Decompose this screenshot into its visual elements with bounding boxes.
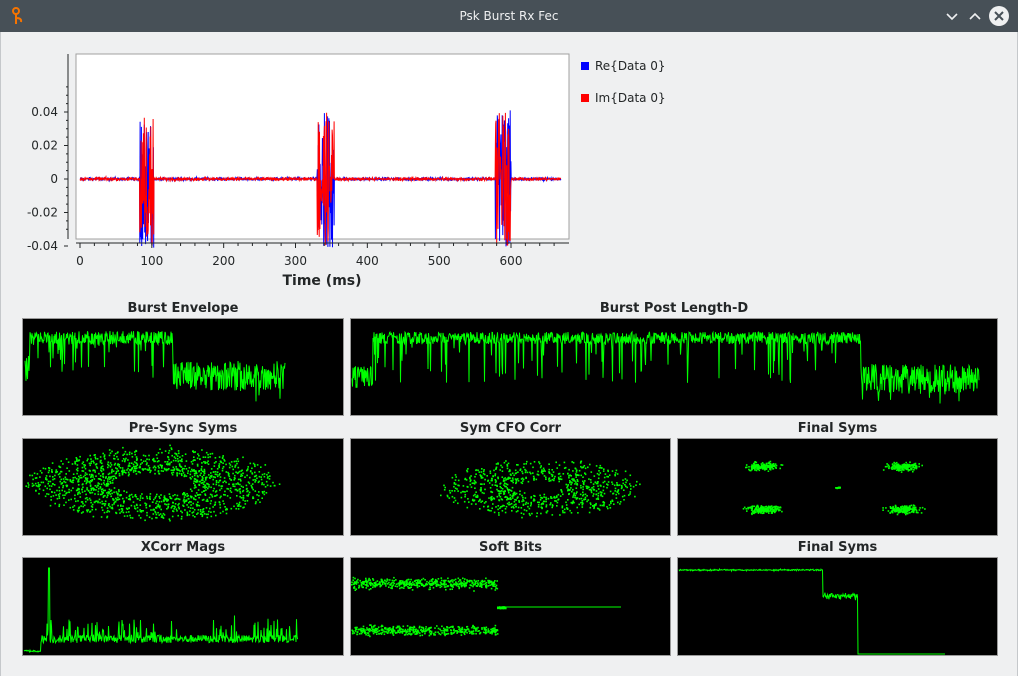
window-content: 0.04 0.02 0 -0.02 -0.04 0 100 200 300 400 500 600 … bbox=[0, 32, 1018, 676]
panel-burst-envelope[interactable] bbox=[22, 318, 344, 416]
panel-xcorr-mags[interactable] bbox=[22, 557, 344, 656]
panel-final-syms-const[interactable] bbox=[677, 438, 998, 536]
minimize-icon[interactable] bbox=[942, 6, 962, 26]
y-tick-label: -0.04 bbox=[27, 239, 58, 253]
x-tick-label: 400 bbox=[356, 254, 379, 268]
panel-title-burst-post-length: Burst Post Length-D bbox=[599, 301, 749, 316]
x-tick-label: 500 bbox=[428, 254, 451, 268]
panel-title-pre-sync-syms: Pre-Sync Syms bbox=[128, 421, 238, 436]
x-tick-label: 0 bbox=[76, 254, 84, 268]
maximize-icon[interactable] bbox=[965, 6, 985, 26]
legend-item-re[interactable]: Re{Data 0} bbox=[581, 59, 666, 73]
legend-label-im: Im{Data 0} bbox=[595, 91, 666, 105]
x-tick-label: 600 bbox=[500, 254, 523, 268]
panel-title-final-syms-const: Final Syms bbox=[797, 421, 878, 436]
x-axis-ticks: 0 100 200 300 400 500 600 bbox=[76, 243, 555, 268]
panel-final-syms-trace[interactable] bbox=[677, 557, 998, 656]
legend-swatch-re bbox=[581, 61, 589, 70]
y-axis-ticks: 0.04 0.02 0 -0.02 -0.04 bbox=[27, 86, 68, 253]
burst-envelope-trace bbox=[24, 331, 286, 402]
final-syms-constellation-points bbox=[742, 460, 926, 516]
soft-bits-points bbox=[351, 576, 507, 638]
y-tick-label: 0.02 bbox=[31, 139, 58, 153]
sym-cfo-corr-points bbox=[440, 460, 641, 519]
time-plot[interactable]: 0.040.020-0.02-0.04 0 100 200 300 400 500 600 … bbox=[1, 32, 1018, 297]
panel-title-soft-bits: Soft Bits bbox=[478, 540, 542, 555]
panel-title-final-syms-trace: Final Syms bbox=[797, 540, 878, 555]
y-tick-label: 0.04 bbox=[31, 105, 58, 119]
pre-sync-syms-points bbox=[25, 444, 281, 522]
close-icon[interactable] bbox=[989, 6, 1009, 26]
panel-pre-sync-syms[interactable] bbox=[22, 438, 344, 536]
x-axis-title: Time (ms) bbox=[282, 273, 361, 289]
panel-title-sym-cfo-corr: Sym CFO Corr bbox=[459, 421, 562, 436]
legend-item-im[interactable]: Im{Data 0} bbox=[581, 91, 666, 105]
panel-soft-bits[interactable] bbox=[350, 557, 671, 656]
legend-label-re: Re{Data 0} bbox=[595, 59, 666, 73]
panel-burst-post-length[interactable] bbox=[350, 318, 998, 416]
final-syms-trace bbox=[678, 567, 945, 655]
x-tick-label: 200 bbox=[212, 254, 235, 268]
panel-title-xcorr-mags: XCorr Mags bbox=[140, 540, 226, 555]
window-title: Psk Burst Rx Fec bbox=[459, 9, 559, 23]
window-titlebar[interactable]: Psk Burst Rx Fec bbox=[0, 0, 1018, 32]
legend-swatch-im bbox=[581, 93, 589, 102]
x-tick-label: 100 bbox=[140, 254, 163, 268]
y-tick-label: 0 bbox=[50, 172, 58, 186]
xcorr-mags-trace bbox=[23, 567, 299, 654]
panel-title-burst-envelope: Burst Envelope bbox=[127, 301, 239, 316]
panel-sym-cfo-corr[interactable] bbox=[350, 438, 671, 536]
x-tick-label: 300 bbox=[284, 254, 307, 268]
y-tick-label: -0.02 bbox=[27, 206, 58, 220]
burst-post-length-trace bbox=[351, 330, 980, 404]
